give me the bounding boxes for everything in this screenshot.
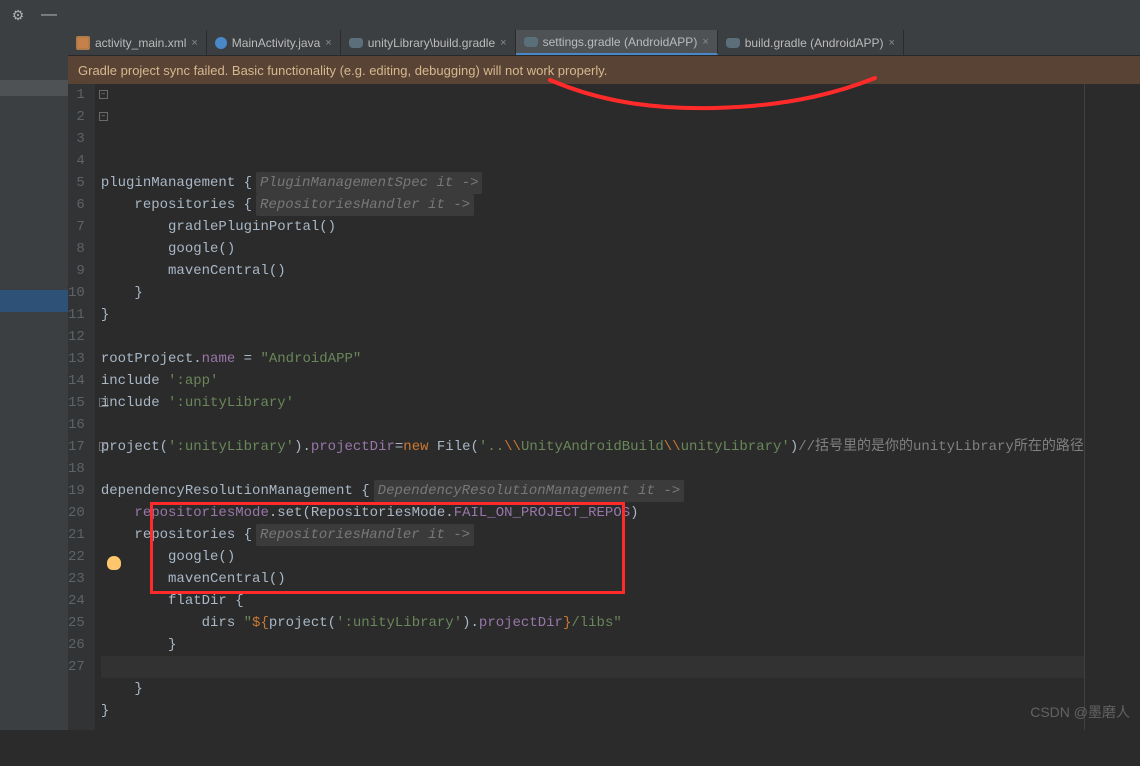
sync-warning-text: Gradle project sync failed. Basic functi…	[78, 63, 607, 78]
code-line[interactable]	[101, 656, 1084, 678]
line-number: 25	[68, 612, 85, 634]
editor-tab[interactable]: settings.gradle (AndroidAPP) ×	[516, 30, 718, 55]
code-line[interactable]: gradlePluginPortal()	[101, 216, 1084, 238]
close-icon[interactable]: ×	[325, 37, 331, 49]
code-line[interactable]: }	[101, 678, 1084, 700]
close-icon[interactable]: ×	[702, 36, 708, 48]
xml-icon	[76, 36, 90, 50]
line-number: 9	[68, 260, 85, 282]
code-line[interactable]: }	[101, 282, 1084, 304]
code-line[interactable]	[101, 326, 1084, 348]
line-number: 27	[68, 656, 85, 678]
line-number: 11	[68, 304, 85, 326]
line-number: 23	[68, 568, 85, 590]
tab-label: activity_main.xml	[95, 36, 186, 50]
line-number: 2	[68, 106, 85, 128]
line-number: 26	[68, 634, 85, 656]
line-number: 7	[68, 216, 85, 238]
gradle-icon	[726, 36, 740, 50]
gradle-icon	[524, 35, 538, 49]
line-number: 20	[68, 502, 85, 524]
line-number: 14	[68, 370, 85, 392]
line-number: 16	[68, 414, 85, 436]
code-line[interactable]	[101, 458, 1084, 480]
line-number: 6	[68, 194, 85, 216]
line-number: 8	[68, 238, 85, 260]
sidebar-item[interactable]	[0, 80, 68, 96]
code-line[interactable]: flatDir {	[101, 590, 1084, 612]
editor-tab[interactable]: unityLibrary\build.gradle ×	[341, 30, 516, 55]
editor-tab[interactable]: MainActivity.java ×	[207, 30, 341, 55]
gradle-icon	[349, 36, 363, 50]
line-number: 19	[68, 480, 85, 502]
editor-tabs: activity_main.xml×MainActivity.java×unit…	[68, 30, 1140, 56]
line-number: 12	[68, 326, 85, 348]
line-number: 5	[68, 172, 85, 194]
code-line[interactable]: dependencyResolutionManagement {Dependen…	[101, 480, 1084, 502]
code-line[interactable]: mavenCentral()	[101, 568, 1084, 590]
code-line[interactable]: }	[101, 634, 1084, 656]
project-sidebar	[0, 30, 68, 730]
tab-label: settings.gradle (AndroidAPP)	[543, 35, 698, 49]
code-line[interactable]: include ':app'	[101, 370, 1084, 392]
code-line[interactable]	[101, 722, 1084, 744]
code-line[interactable]: repositories {RepositoriesHandler it ->	[101, 194, 1084, 216]
line-number: 3	[68, 128, 85, 150]
line-number: 17	[68, 436, 85, 458]
sync-warning-bar: Gradle project sync failed. Basic functi…	[68, 56, 1140, 84]
watermark: CSDN @墨磨人	[1030, 702, 1130, 722]
code-line[interactable]	[101, 414, 1084, 436]
code-line[interactable]: include ':unityLibrary'	[101, 392, 1084, 414]
sidebar-item-selected[interactable]	[0, 290, 68, 312]
title-bar: ⚙ —	[0, 0, 1140, 30]
code-line[interactable]: project(':unityLibrary').projectDir=new …	[101, 436, 1084, 458]
line-number: 10	[68, 282, 85, 304]
line-number: 1	[68, 84, 85, 106]
line-number: 24	[68, 590, 85, 612]
java-icon	[215, 37, 227, 49]
tab-label: unityLibrary\build.gradle	[368, 36, 495, 50]
code-line[interactable]: dirs "${project(':unityLibrary').project…	[101, 612, 1084, 634]
tab-label: build.gradle (AndroidAPP)	[745, 36, 884, 50]
code-line[interactable]: repositoriesMode.set(RepositoriesMode.FA…	[101, 502, 1084, 524]
code-line[interactable]	[101, 744, 1084, 766]
code-line[interactable]: google()	[101, 546, 1084, 568]
close-icon[interactable]: ×	[889, 37, 895, 49]
close-icon[interactable]: ×	[191, 37, 197, 49]
gear-icon[interactable]: ⚙	[10, 7, 26, 23]
code-line[interactable]: repositories {RepositoriesHandler it ->	[101, 524, 1084, 546]
line-number: 21	[68, 524, 85, 546]
code-line[interactable]: }	[101, 700, 1084, 722]
line-number-gutter: 1234567891011121314151617181920212223242…	[68, 84, 95, 730]
code-editor[interactable]: 1234567891011121314151617181920212223242…	[68, 84, 1140, 730]
code-line[interactable]: google()	[101, 238, 1084, 260]
minimize-icon[interactable]: —	[41, 6, 57, 24]
code-line[interactable]: mavenCentral()	[101, 260, 1084, 282]
close-icon[interactable]: ×	[500, 37, 506, 49]
editor-tab[interactable]: activity_main.xml ×	[68, 30, 207, 55]
code-line[interactable]: pluginManagement {PluginManagementSpec i…	[101, 172, 1084, 194]
line-number: 18	[68, 458, 85, 480]
editor-tab[interactable]: build.gradle (AndroidAPP) ×	[718, 30, 904, 55]
line-number: 13	[68, 348, 85, 370]
tab-label: MainActivity.java	[232, 36, 320, 50]
code-area[interactable]: pluginManagement {PluginManagementSpec i…	[95, 84, 1085, 730]
code-line[interactable]: rootProject.name = "AndroidAPP"	[101, 348, 1084, 370]
line-number: 15	[68, 392, 85, 414]
code-line[interactable]: }	[101, 304, 1084, 326]
line-number: 22	[68, 546, 85, 568]
line-number: 4	[68, 150, 85, 172]
